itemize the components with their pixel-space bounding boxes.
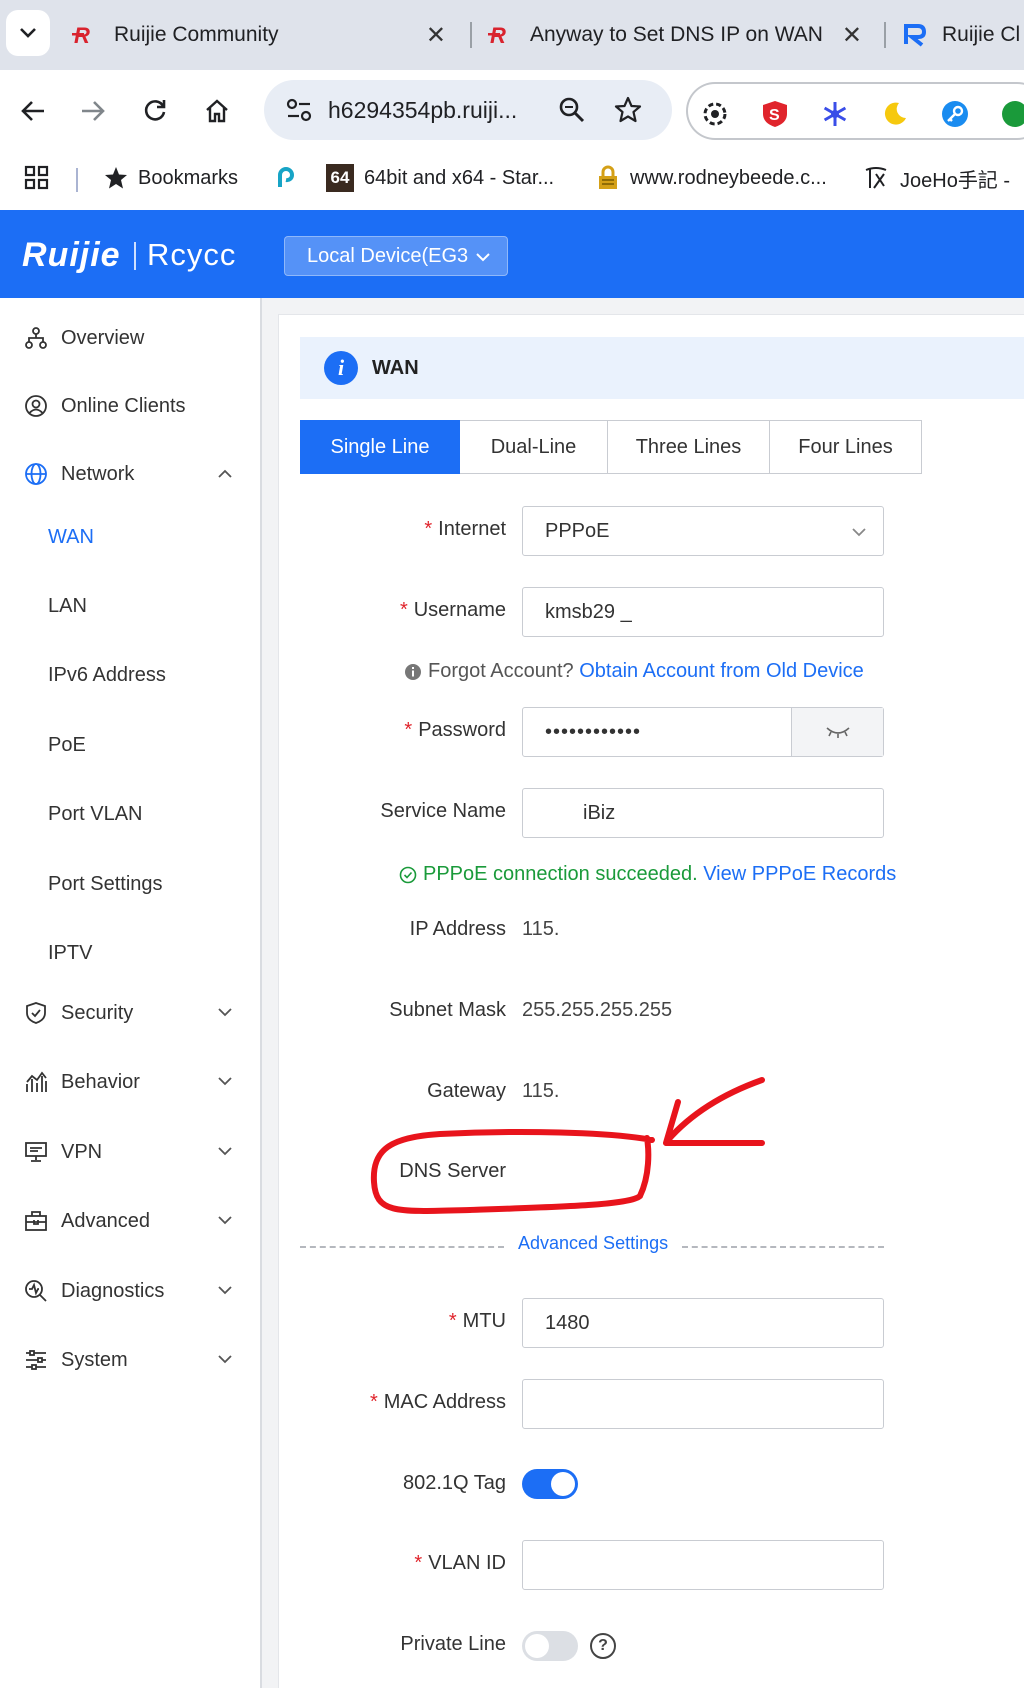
annotation-arrow [663, 1077, 765, 1146]
red-annotation-overlay [370, 1077, 765, 1214]
annotation-circle [370, 1129, 655, 1214]
